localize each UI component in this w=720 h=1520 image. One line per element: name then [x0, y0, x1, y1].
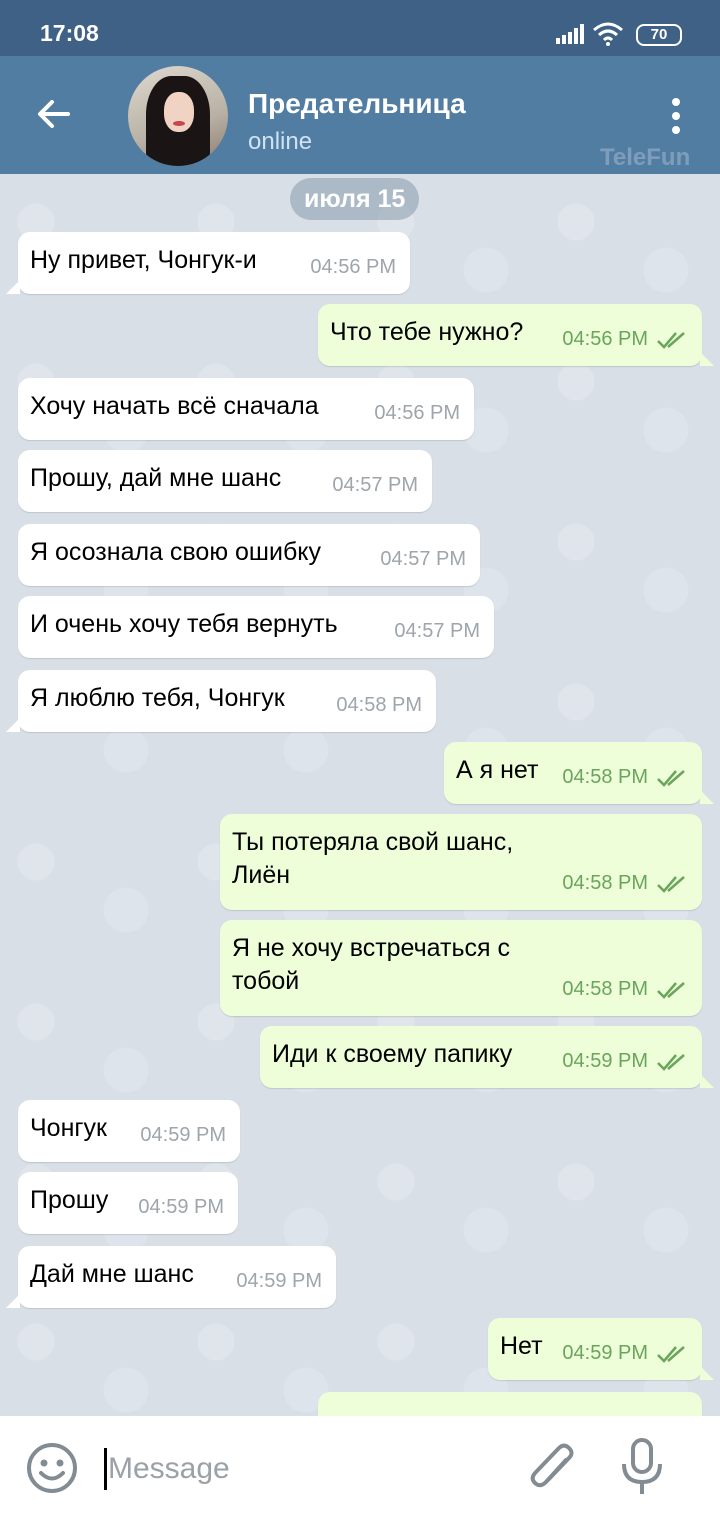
double-check-icon	[657, 1345, 685, 1363]
microphone-icon[interactable]	[620, 1438, 664, 1498]
message-meta: 04:58 PM	[562, 867, 688, 900]
arrow-left-icon[interactable]	[34, 94, 74, 134]
message-time: 04:57 PM	[332, 474, 418, 496]
message-bubble[interactable]: Прошу, дай мне шанс 04:57 PM	[18, 450, 432, 512]
message-time: 04:56 PM	[310, 256, 396, 278]
message-time: 04:59 PM	[562, 1050, 648, 1072]
message-meta: 04:56 PM	[562, 323, 688, 356]
message-bubble[interactable]: Хочу начать всё сначала 04:56 PM	[18, 378, 474, 440]
message-meta: 04:57 PM	[394, 615, 480, 648]
double-check-icon	[657, 981, 685, 999]
message-bubble[interactable]: Ну привет, Чонгук-и 04:56 PM	[6, 232, 410, 294]
message-bubble-partial	[318, 1392, 702, 1416]
chat-header: Предательница online TeleFun	[0, 56, 720, 174]
bubble-tail	[6, 1294, 20, 1308]
double-check-icon	[657, 769, 685, 787]
message-time: 04:57 PM	[380, 548, 466, 570]
bubble-tail	[700, 1366, 714, 1380]
watermark: TeleFun	[600, 144, 691, 171]
wifi-icon	[593, 22, 623, 46]
message-time: 04:58 PM	[562, 766, 648, 788]
avatar[interactable]	[128, 66, 228, 166]
message-meta: 04:56 PM	[374, 397, 460, 430]
message-time: 04:58 PM	[562, 872, 648, 894]
paperclip-icon[interactable]	[526, 1438, 580, 1498]
message-meta: 04:56 PM	[310, 251, 396, 284]
message-bubble[interactable]: И очень хочу тебя вернуть 04:57 PM	[18, 596, 494, 658]
message-meta: 04:59 PM	[140, 1119, 226, 1152]
message-time: 04:59 PM	[562, 1342, 648, 1364]
message-time: 04:56 PM	[562, 328, 648, 350]
message-bubble[interactable]: А я нет 04:58 PM	[444, 742, 714, 804]
bubble-tail	[700, 1074, 714, 1088]
bubble-tail	[700, 790, 714, 804]
message-bubble[interactable]: Я не хочу встречаться с тобой 04:58 PM	[220, 920, 702, 1016]
message-time: 04:57 PM	[394, 620, 480, 642]
contact-name[interactable]: Предательница	[248, 88, 466, 120]
date-separator: июля 15	[290, 178, 420, 220]
message-input[interactable]: Message	[108, 1452, 230, 1486]
message-time: 04:58 PM	[562, 978, 648, 1000]
message-input-bar: Message	[0, 1416, 720, 1520]
contact-status: online	[248, 128, 313, 155]
message-bubble[interactable]: Я осознала свою ошибку 04:57 PM	[18, 524, 480, 586]
more-vertical-icon[interactable]	[664, 96, 688, 136]
message-bubble[interactable]: Я люблю тебя, Чонгук 04:58 PM	[6, 670, 436, 732]
message-time: 04:58 PM	[336, 694, 422, 716]
message-meta: 04:57 PM	[332, 469, 418, 502]
message-bubble[interactable]: Чонгук 04:59 PM	[18, 1100, 240, 1162]
double-check-icon	[657, 875, 685, 893]
message-meta: 04:59 PM	[562, 1045, 688, 1078]
message-meta: 04:59 PM	[562, 1337, 688, 1370]
message-meta: 04:57 PM	[380, 543, 466, 576]
message-bubble[interactable]: Прошу 04:59 PM	[18, 1172, 238, 1234]
bubble-tail	[6, 280, 20, 294]
message-time: 04:59 PM	[138, 1196, 224, 1218]
message-meta: 04:59 PM	[138, 1191, 224, 1224]
status-bar: 17:08 70	[0, 0, 720, 56]
message-meta: 04:58 PM	[562, 761, 688, 794]
message-bubble[interactable]: Что тебе нужно? 04:56 PM	[318, 304, 714, 366]
battery-indicator: 70	[636, 24, 682, 46]
emoji-icon[interactable]	[26, 1442, 78, 1494]
message-bubble[interactable]: Нет 04:59 PM	[488, 1318, 714, 1380]
message-meta: 04:58 PM	[336, 689, 422, 722]
message-meta: 04:59 PM	[236, 1265, 322, 1298]
message-bubble[interactable]: Ты потеряла свой шанс, Лиён 04:58 PM	[220, 814, 702, 910]
message-time: 04:59 PM	[140, 1124, 226, 1146]
text-cursor	[104, 1448, 107, 1490]
chat-area[interactable]: июля 15 Ну привет, Чонгук-и 04:56 PM Что т…	[0, 174, 720, 1416]
message-bubble[interactable]: Дай мне шанс 04:59 PM	[6, 1246, 336, 1308]
double-check-icon	[657, 1053, 685, 1071]
message-time: 04:56 PM	[374, 402, 460, 424]
message-meta: 04:58 PM	[562, 973, 688, 1006]
bubble-tail	[700, 352, 714, 366]
bubble-tail	[6, 718, 20, 732]
message-time: 04:59 PM	[236, 1270, 322, 1292]
message-bubble[interactable]: Иди к своему папику 04:59 PM	[260, 1026, 714, 1088]
signal-icon	[556, 24, 584, 44]
double-check-icon	[657, 331, 685, 349]
status-time: 17:08	[40, 20, 99, 46]
